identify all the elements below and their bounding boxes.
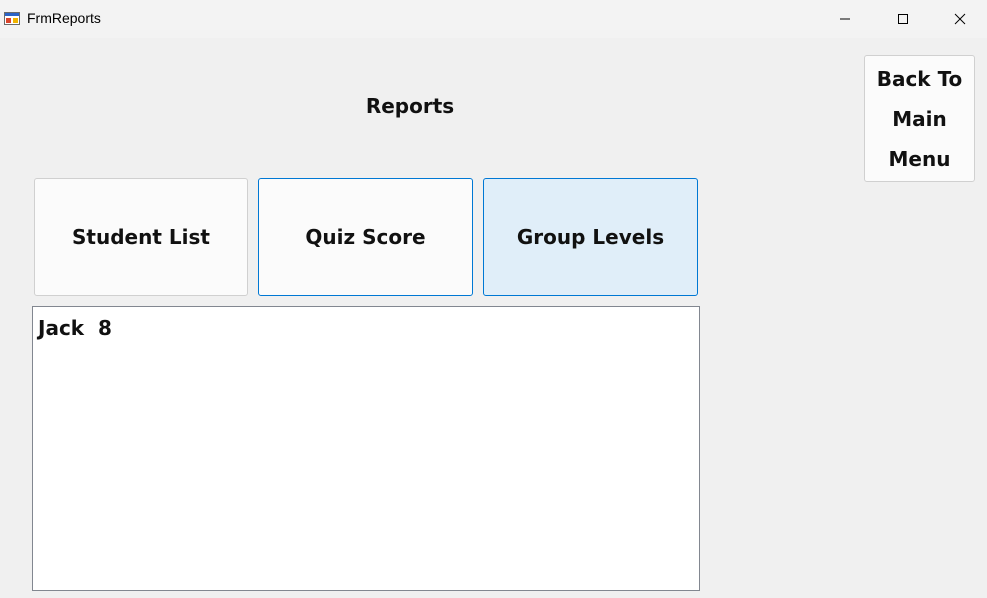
student-list-button[interactable]: Student List xyxy=(34,178,248,296)
group-levels-button[interactable]: Group Levels xyxy=(483,178,698,296)
close-icon xyxy=(954,10,966,29)
page-title: Reports xyxy=(365,94,455,118)
minimize-button[interactable] xyxy=(816,0,874,38)
maximize-button[interactable] xyxy=(874,0,932,38)
close-button[interactable] xyxy=(932,0,987,38)
back-to-main-menu-button[interactable]: Back To Main Menu xyxy=(864,55,975,182)
minimize-icon xyxy=(839,10,851,29)
report-listbox[interactable]: Jack 8 xyxy=(32,306,700,591)
list-item[interactable]: Jack 8 xyxy=(33,307,699,340)
title-bar[interactable]: FrmReports xyxy=(0,0,987,38)
quiz-score-button[interactable]: Quiz Score xyxy=(258,178,473,296)
form-app-icon xyxy=(4,10,20,26)
window-title: FrmReports xyxy=(27,10,101,26)
maximize-icon xyxy=(897,10,909,29)
reports-window: FrmReports Reports Back To Main Menu Stu… xyxy=(0,0,987,598)
